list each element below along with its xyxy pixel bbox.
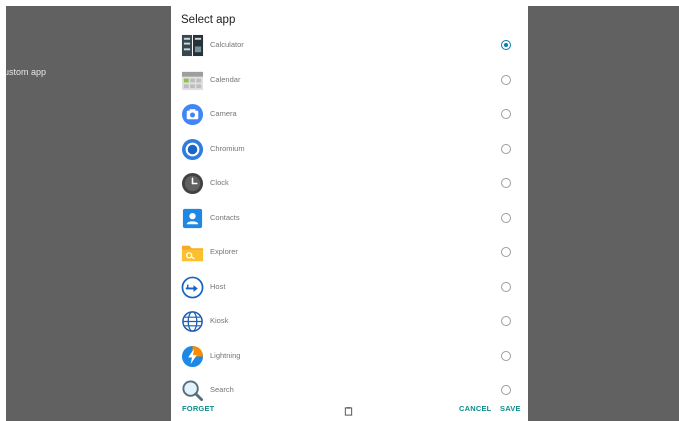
app-option-kiosk[interactable]: Kiosk	[171, 305, 528, 340]
host-icon	[181, 276, 204, 299]
radio-button[interactable]	[501, 316, 511, 326]
app-list: Calculator Calendar Camera Chromium Cloc…	[171, 29, 528, 409]
clipboard-icon[interactable]	[344, 403, 353, 416]
app-label: Calendar	[210, 74, 241, 84]
app-option-contacts[interactable]: Contacts	[171, 202, 528, 237]
app-option-calendar[interactable]: Calendar	[171, 64, 528, 99]
radio-button[interactable]	[501, 74, 511, 85]
app-label: Host	[210, 281, 226, 291]
radio-button[interactable]	[501, 143, 511, 154]
app-label: Contacts	[210, 212, 240, 222]
app-label: Lightning	[210, 350, 241, 360]
chromium-icon	[181, 138, 204, 161]
radio-button[interactable]	[501, 178, 511, 188]
camera-icon	[181, 103, 204, 126]
radio-button[interactable]	[501, 212, 511, 223]
app-option-lightning[interactable]: Lightning	[171, 340, 528, 375]
dialog-footer: FORGET CANCEL SAVE	[171, 400, 528, 418]
calculator-icon	[181, 34, 204, 57]
radio-button[interactable]	[501, 385, 511, 395]
app-label: Calculator	[210, 40, 244, 49]
contacts-icon	[181, 207, 204, 230]
cancel-button[interactable]: CANCEL	[459, 404, 491, 413]
search-icon	[181, 379, 204, 402]
clock-icon	[181, 172, 204, 195]
app-option-camera[interactable]: Camera	[171, 98, 528, 133]
radio-button[interactable]	[501, 247, 511, 257]
radio-button-selected[interactable]	[501, 40, 511, 50]
save-button[interactable]: SAVE	[500, 404, 521, 413]
app-option-clock[interactable]: Clock	[171, 167, 528, 202]
app-label: Explorer	[210, 247, 238, 256]
app-label: Search	[210, 385, 234, 394]
calendar-icon	[181, 69, 204, 92]
radio-button[interactable]	[501, 350, 511, 361]
forget-button[interactable]: FORGET	[182, 404, 214, 413]
select-app-dialog: Select app Calculator Calendar Camera Ch…	[171, 0, 528, 421]
dialog-title: Select app	[181, 14, 236, 26]
app-label: Kiosk	[210, 316, 229, 325]
lightning-icon	[181, 345, 204, 368]
app-label: Chromium	[210, 143, 245, 153]
kiosk-icon	[181, 310, 204, 333]
explorer-icon	[181, 241, 204, 264]
app-option-host[interactable]: Host	[171, 271, 528, 306]
radio-button[interactable]	[501, 109, 511, 119]
background-custom-app-label: ustom app	[6, 67, 47, 77]
app-label: Camera	[210, 109, 237, 118]
app-option-chromium[interactable]: Chromium	[171, 133, 528, 168]
app-option-explorer[interactable]: Explorer	[171, 236, 528, 271]
app-option-calculator[interactable]: Calculator	[171, 29, 528, 64]
radio-button[interactable]	[501, 281, 511, 292]
app-label: Clock	[210, 178, 229, 187]
